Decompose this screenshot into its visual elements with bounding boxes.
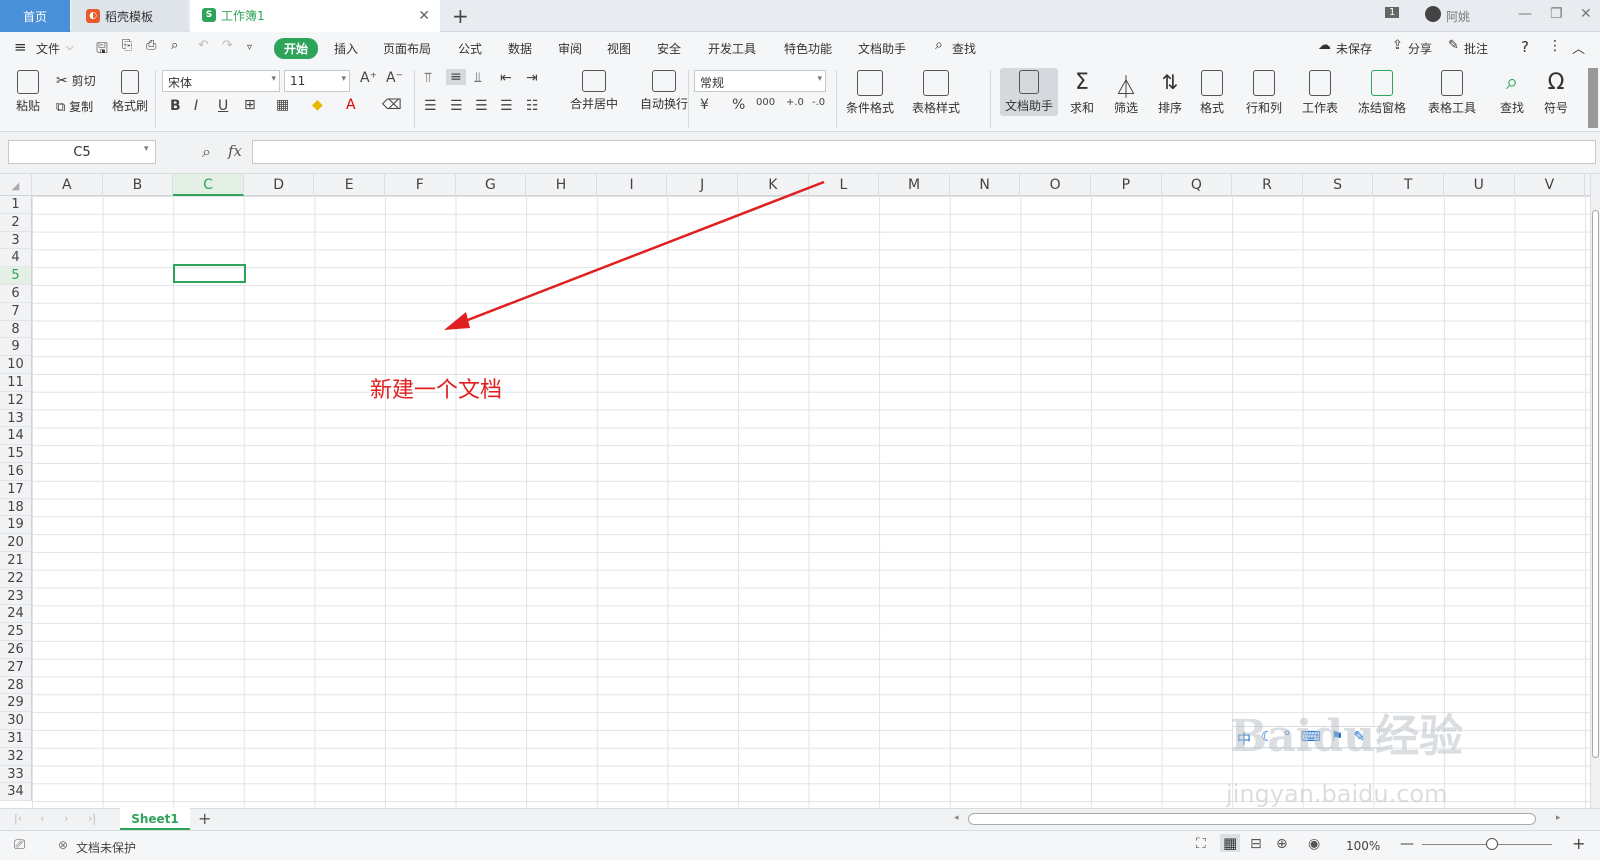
next-sheet-icon[interactable]: › — [64, 812, 68, 825]
horizontal-scroll-thumb[interactable] — [968, 813, 1536, 825]
vertical-scroll-thumb[interactable] — [1592, 210, 1599, 758]
shield-icon: ⊗ — [58, 838, 69, 852]
watermark-logo: Baidu经验 — [1230, 711, 1464, 762]
annotation-text: 新建一个文档 — [370, 378, 503, 403]
scroll-left-icon[interactable]: ◂ — [954, 813, 959, 823]
first-sheet-icon[interactable]: |‹ — [14, 812, 22, 825]
last-sheet-icon[interactable]: ›| — [88, 812, 96, 825]
protection-status[interactable]: 文档未保护 — [76, 839, 136, 856]
zoom-slider-knob[interactable] — [1486, 838, 1498, 850]
status-bar: ⎚ ⊗ 文档未保护 ⛶ ▦ ⊟ ⊕ ◉ 100% — + — [0, 830, 1600, 860]
normal-view-icon[interactable]: ▦ — [1220, 834, 1241, 852]
scroll-right-icon[interactable]: ▸ — [1556, 813, 1561, 823]
prev-sheet-icon[interactable]: ‹ — [40, 812, 44, 825]
fullscreen-icon[interactable]: ⛶ — [1196, 836, 1206, 852]
watermark-url: jingyan.baidu.com — [1226, 780, 1448, 808]
eye-protection-icon[interactable]: ◉ — [1308, 836, 1320, 852]
reading-mode-icon[interactable]: ⊕ — [1276, 836, 1288, 852]
macro-icon[interactable]: ⎚ — [14, 837, 25, 853]
sheet-tab-sheet1[interactable]: Sheet1 — [120, 808, 190, 830]
zoom-level[interactable]: 100% — [1346, 839, 1380, 853]
zoom-in-button[interactable]: + — [1572, 834, 1585, 853]
page-break-view-icon[interactable]: ⊟ — [1250, 836, 1262, 852]
zoom-out-button[interactable]: — — [1400, 836, 1414, 852]
add-sheet-button[interactable]: + — [198, 809, 211, 828]
